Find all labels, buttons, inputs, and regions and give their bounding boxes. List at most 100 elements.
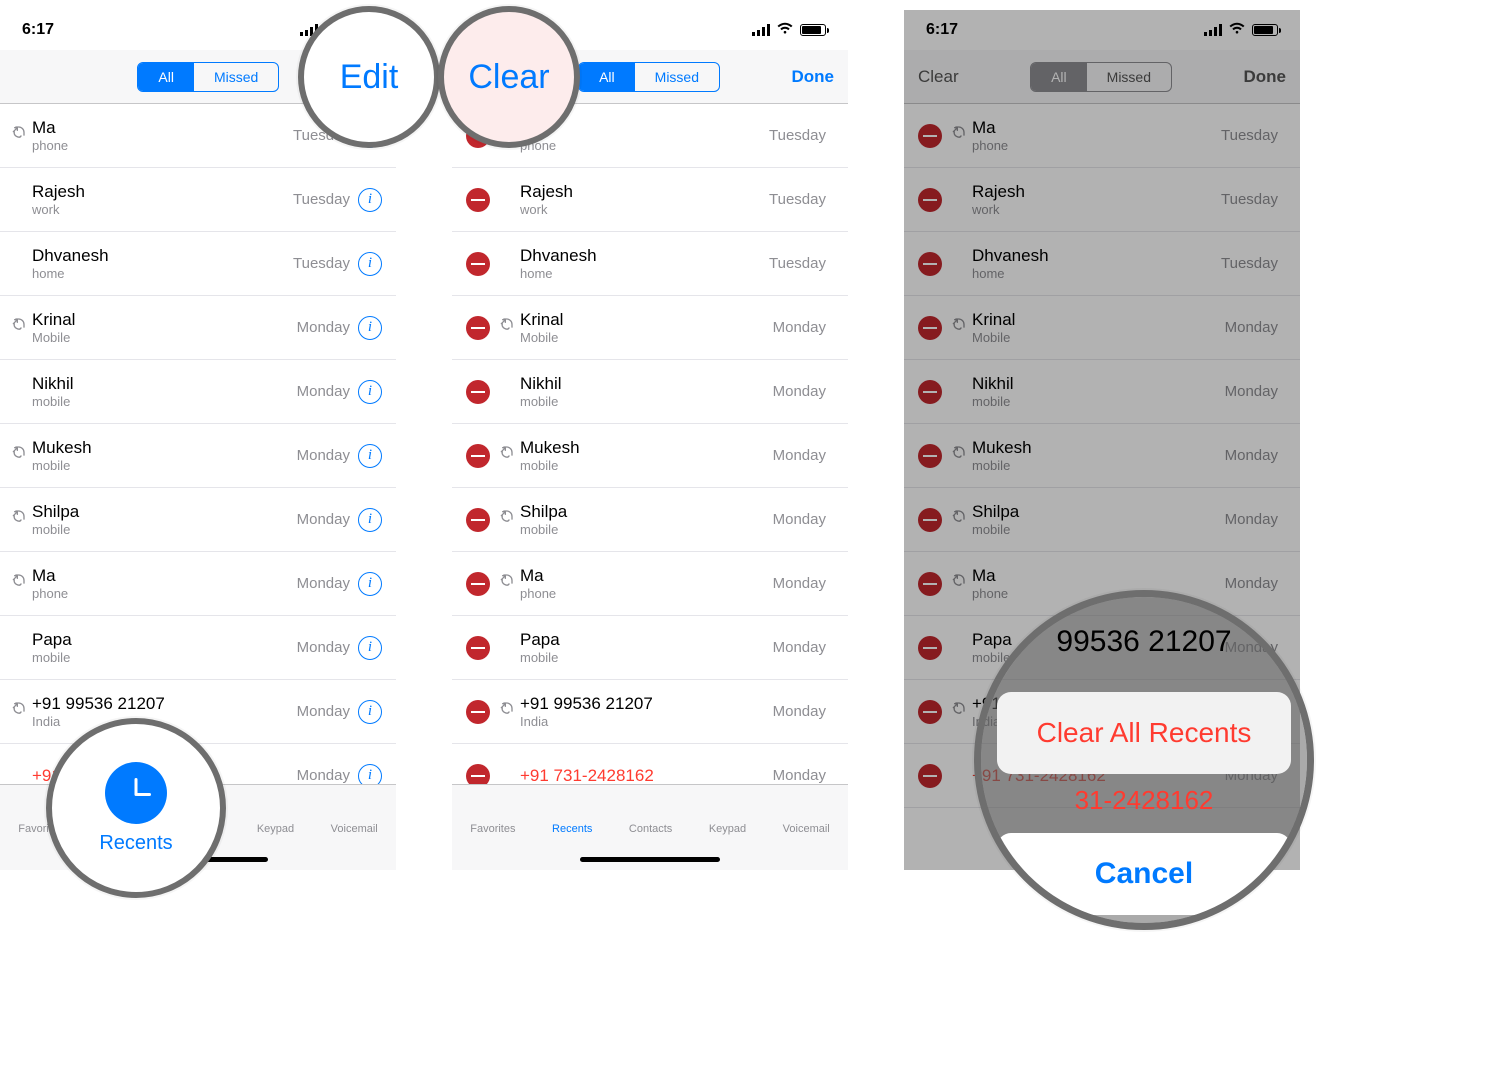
outgoing-call-icon — [498, 701, 516, 722]
tab-contacts[interactable]: Contacts — [629, 793, 672, 835]
contact-name: Rajesh — [32, 182, 293, 202]
call-time: Monday — [773, 767, 826, 784]
cellular-icon — [752, 24, 770, 36]
call-row[interactable]: DhvaneshhomeTuesdayi — [0, 232, 396, 296]
delete-icon[interactable] — [466, 508, 490, 532]
call-row[interactable]: +91 99536 21207IndiaMonday — [452, 680, 848, 744]
tab-voicemail[interactable]: Voicemail — [783, 793, 830, 835]
call-time: Monday — [297, 703, 350, 720]
info-icon[interactable]: i — [358, 572, 382, 596]
tab-keypad[interactable]: Keypad — [709, 793, 746, 835]
call-time: Monday — [773, 575, 826, 592]
contact-name: +91 99536 21207 — [520, 694, 773, 714]
edit-button-zoom[interactable]: Edit — [340, 58, 399, 97]
info-icon[interactable]: i — [358, 380, 382, 404]
call-time: Monday — [773, 703, 826, 720]
call-row[interactable]: PapamobileMonday — [452, 616, 848, 680]
contact-subtitle: mobile — [32, 650, 297, 665]
call-time: Monday — [773, 511, 826, 528]
call-row[interactable]: +91 99536 21207IndiaMondayi — [0, 680, 396, 744]
call-list[interactable]: MaphoneTuesdayRajeshworkTuesdayDhvaneshh… — [452, 104, 848, 808]
seg-missed[interactable]: Missed — [194, 63, 278, 91]
bg-number-mid: 31-2428162 — [981, 785, 1307, 816]
outgoing-call-icon — [10, 509, 28, 530]
call-time: Monday — [297, 575, 350, 592]
seg-all[interactable]: All — [579, 63, 635, 91]
contact-name: Ma — [32, 566, 297, 586]
contact-name: Rajesh — [520, 182, 769, 202]
call-time: Monday — [297, 383, 350, 400]
call-row[interactable]: ShilpamobileMondayi — [0, 488, 396, 552]
contact-subtitle: mobile — [520, 394, 773, 409]
call-time: Tuesday — [769, 255, 826, 272]
contact-name: Dhvanesh — [32, 246, 293, 266]
info-icon[interactable]: i — [358, 188, 382, 212]
call-row[interactable]: MukeshmobileMondayi — [0, 424, 396, 488]
contact-name: Krinal — [520, 310, 773, 330]
call-row[interactable]: DhvaneshhomeTuesday — [452, 232, 848, 296]
contact-name: Nikhil — [32, 374, 297, 394]
outgoing-call-icon — [10, 701, 28, 722]
call-list[interactable]: MaphoneTuesdayiRajeshworkTuesdayiDhvanes… — [0, 104, 396, 808]
call-row[interactable]: MaphoneMonday — [452, 552, 848, 616]
call-row[interactable]: MaphoneMondayi — [0, 552, 396, 616]
delete-icon[interactable] — [466, 380, 490, 404]
call-row[interactable]: ShilpamobileMonday — [452, 488, 848, 552]
contact-name: Mukesh — [32, 438, 297, 458]
contact-name: Papa — [520, 630, 773, 650]
call-row[interactable]: RajeshworkTuesdayi — [0, 168, 396, 232]
delete-icon[interactable] — [466, 636, 490, 660]
clock-icon — [105, 762, 167, 824]
delete-icon[interactable] — [466, 444, 490, 468]
contact-subtitle: mobile — [32, 394, 297, 409]
call-row[interactable]: MukeshmobileMonday — [452, 424, 848, 488]
info-icon[interactable]: i — [358, 636, 382, 660]
delete-icon[interactable] — [466, 188, 490, 212]
contact-subtitle: mobile — [520, 522, 773, 537]
status-time: 6:17 — [22, 21, 54, 39]
contact-subtitle: phone — [32, 138, 293, 153]
call-time: Monday — [773, 639, 826, 656]
delete-icon[interactable] — [466, 252, 490, 276]
delete-icon[interactable] — [466, 700, 490, 724]
call-row[interactable]: NikhilmobileMonday — [452, 360, 848, 424]
tab-recents[interactable]: Recents — [552, 793, 592, 835]
contact-name: Shilpa — [520, 502, 773, 522]
info-icon[interactable]: i — [358, 444, 382, 468]
done-button[interactable]: Done — [791, 67, 834, 87]
call-time: Monday — [297, 639, 350, 656]
segmented-control[interactable]: All Missed — [578, 62, 720, 92]
home-indicator[interactable] — [580, 857, 720, 862]
contact-name: Shilpa — [32, 502, 297, 522]
tab-favorites[interactable]: Favorites — [470, 793, 515, 835]
contact-name: Ma — [32, 118, 293, 138]
call-row[interactable]: RajeshworkTuesday — [452, 168, 848, 232]
outgoing-call-icon — [10, 573, 28, 594]
info-icon[interactable]: i — [358, 508, 382, 532]
call-row[interactable]: NikhilmobileMondayi — [0, 360, 396, 424]
clear-button-zoom[interactable]: Clear — [468, 58, 549, 97]
status-indicators — [752, 21, 826, 40]
tab-voicemail[interactable]: Voicemail — [331, 793, 378, 835]
call-row[interactable]: PapamobileMondayi — [0, 616, 396, 680]
contact-subtitle: home — [32, 266, 293, 281]
outgoing-call-icon — [498, 573, 516, 594]
call-time: Tuesday — [769, 191, 826, 208]
info-icon[interactable]: i — [358, 700, 382, 724]
tab-keypad[interactable]: Keypad — [257, 793, 294, 835]
delete-icon[interactable] — [466, 572, 490, 596]
info-icon[interactable]: i — [358, 252, 382, 276]
delete-icon[interactable] — [466, 316, 490, 340]
contact-subtitle: India — [520, 714, 773, 729]
seg-missed[interactable]: Missed — [635, 63, 719, 91]
seg-all[interactable]: All — [138, 63, 194, 91]
info-icon[interactable]: i — [358, 316, 382, 340]
call-time: Monday — [297, 511, 350, 528]
call-row[interactable]: KrinalMobileMonday — [452, 296, 848, 360]
call-row[interactable]: KrinalMobileMondayi — [0, 296, 396, 360]
clear-all-recents-button[interactable]: Clear All Recents — [997, 692, 1291, 774]
call-time: Monday — [297, 447, 350, 464]
segmented-control[interactable]: All Missed — [137, 62, 279, 92]
recents-label[interactable]: Recents — [99, 832, 172, 855]
cancel-button[interactable]: Cancel — [997, 833, 1291, 915]
